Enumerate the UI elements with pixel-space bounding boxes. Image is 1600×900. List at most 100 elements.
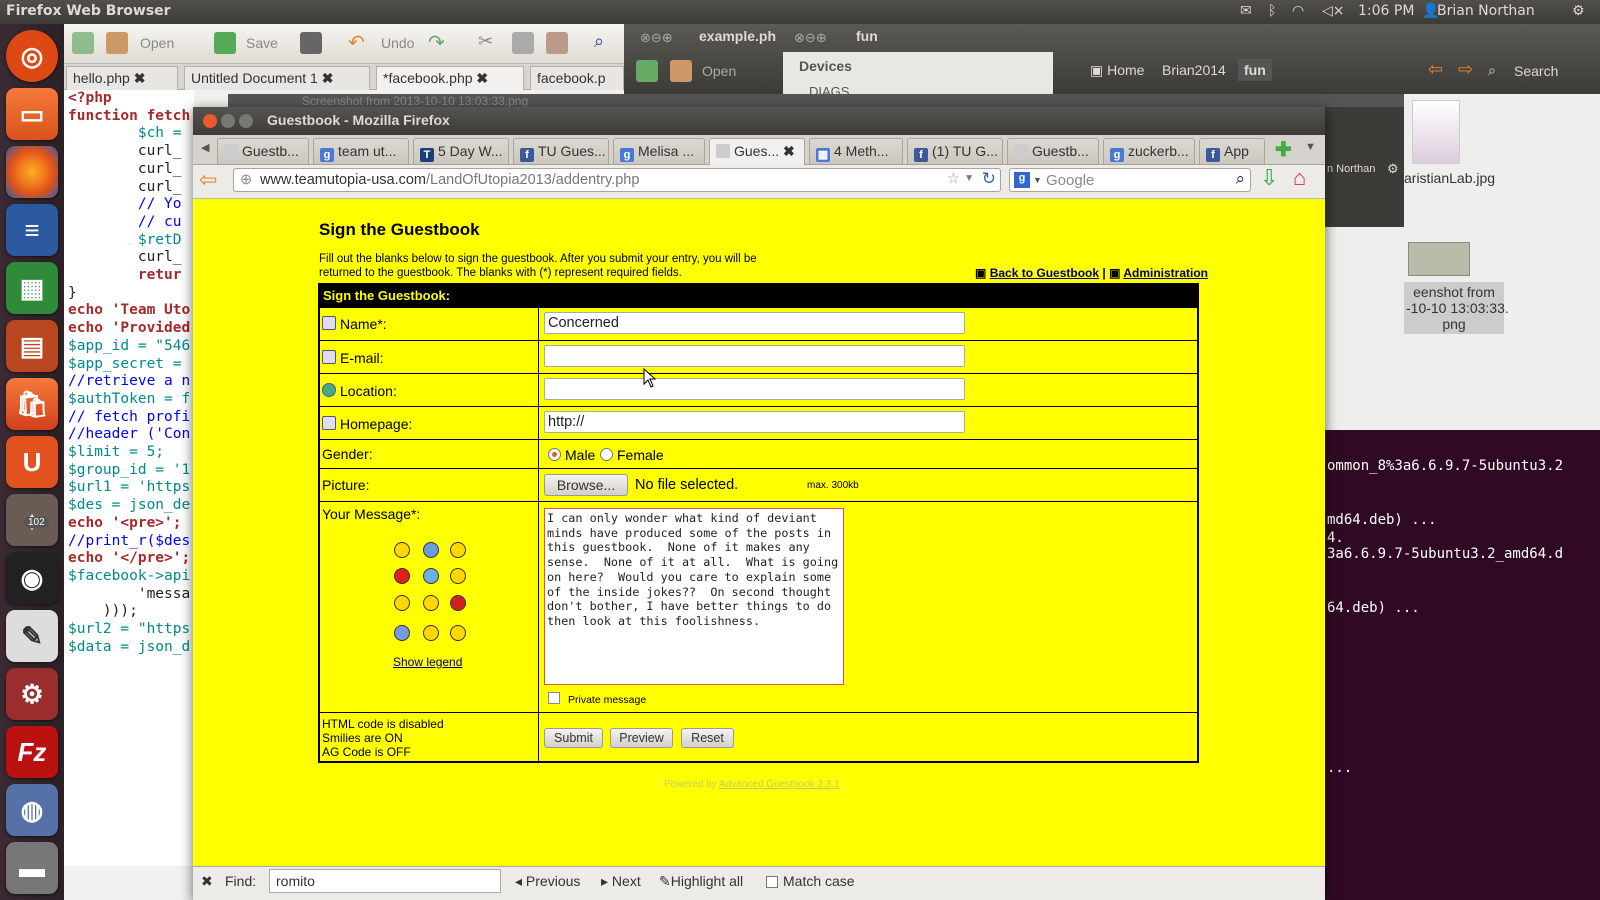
browser-tab[interactable]: g zuckerb...: [1103, 138, 1195, 164]
home-icon[interactable]: ⌂: [1293, 165, 1306, 191]
back-arrow-icon[interactable]: ⇦: [199, 167, 217, 193]
browser-tab[interactable]: Guestb...: [217, 138, 309, 164]
browser-tab[interactable]: g team ut...: [313, 138, 409, 164]
close-tab-icon[interactable]: ✖: [779, 143, 795, 159]
file-name[interactable]: aristianLab.jpg: [1404, 170, 1495, 186]
globe-icon[interactable]: ⊕: [240, 172, 252, 188]
screenshot-thumbnail[interactable]: [1408, 242, 1470, 276]
user-name[interactable]: Brian Northan: [1437, 3, 1535, 19]
files-icon[interactable]: ▭: [6, 88, 58, 140]
tab-scroll-left-icon[interactable]: ◀: [201, 141, 209, 154]
close-icon[interactable]: ✖: [322, 70, 334, 86]
save-icon[interactable]: [214, 32, 236, 54]
bookmark-star-icon[interactable]: ☆: [947, 171, 960, 187]
glasses-smiley-icon[interactable]: [394, 595, 410, 611]
software-center-icon[interactable]: 🛍: [6, 378, 58, 430]
wink-smiley-icon[interactable]: [423, 625, 439, 641]
message-textarea[interactable]: I can only wonder what kind of deviant m…: [544, 508, 844, 685]
browser-tab[interactable]: f App: [1199, 138, 1265, 164]
gedit-tab-active[interactable]: *facebook.php ✖: [376, 66, 524, 90]
new-tab-icon[interactable]: ✚: [1275, 137, 1292, 162]
smiley-icon[interactable]: [394, 542, 410, 558]
show-legend-link[interactable]: Show legend: [393, 655, 462, 669]
find-previous-button[interactable]: ◂ Previous: [515, 873, 580, 890]
ubuntu-dash-icon[interactable]: ◎: [6, 30, 58, 82]
open-icon[interactable]: [106, 32, 128, 54]
angry-smiley-icon[interactable]: [394, 568, 410, 584]
wifi-icon[interactable]: ◠: [1292, 3, 1304, 19]
search-icon[interactable]: ⌕: [1488, 62, 1496, 79]
gedit-tab[interactable]: Untitled Document 1 ✖: [184, 66, 370, 90]
location-input[interactable]: [544, 378, 965, 400]
print-icon[interactable]: [300, 32, 322, 54]
preview-button[interactable]: Preview: [610, 728, 673, 748]
gedit-tab[interactable]: facebook.p: [530, 66, 624, 90]
impress-icon[interactable]: ▤: [6, 320, 58, 372]
mail-icon[interactable]: ✉: [1240, 3, 1252, 19]
window-controls[interactable]: ⊗⊖⊕: [640, 30, 673, 46]
reload-icon[interactable]: ↻: [982, 169, 996, 189]
eyes-smiley-icon[interactable]: [423, 595, 439, 611]
open-icon[interactable]: [670, 60, 692, 82]
grin-smiley-icon[interactable]: [450, 542, 466, 558]
find-icon[interactable]: ⌕: [594, 31, 604, 52]
bluetooth-icon[interactable]: ᛒ: [1268, 3, 1276, 19]
blue-smiley-icon[interactable]: [394, 625, 410, 641]
home-button[interactable]: ▣ Home: [1090, 62, 1144, 79]
save-button[interactable]: Save: [246, 35, 278, 51]
firefox-icon[interactable]: [6, 146, 58, 198]
forward-arrow-icon[interactable]: ⇨: [1458, 59, 1473, 80]
text-editor-icon[interactable]: ✎: [6, 610, 58, 662]
find-input[interactable]: romito: [269, 869, 501, 893]
download-icon[interactable]: ⇩: [1260, 165, 1278, 191]
browse-button[interactable]: Browse...: [544, 474, 628, 496]
gear-icon[interactable]: ⚙: [1387, 161, 1399, 177]
volume-icon[interactable]: ◁×: [1322, 3, 1345, 19]
powered-link[interactable]: Advanced Guestbook 2.3.1: [719, 779, 840, 790]
paste-icon[interactable]: [546, 32, 568, 54]
new-icon[interactable]: [636, 60, 658, 82]
find-next-button[interactable]: ▸ Next: [601, 873, 641, 890]
cool-smiley-icon[interactable]: [423, 568, 439, 584]
browser-tab[interactable]: ▦ 4 Meth...: [809, 138, 903, 164]
calc-icon[interactable]: ▦: [6, 262, 58, 314]
google-icon[interactable]: g: [1014, 172, 1030, 188]
browser-tab[interactable]: Guestb...: [1007, 138, 1099, 164]
engine-dropdown-icon[interactable]: ▼: [1033, 175, 1042, 185]
window-controls[interactable]: ⊗⊖⊕: [794, 30, 827, 46]
mad-smiley-icon[interactable]: [450, 595, 466, 611]
browser-tab[interactable]: T 5 Day W...: [413, 138, 509, 164]
filezilla-icon[interactable]: Fz: [6, 726, 58, 778]
image-thumbnail[interactable]: [1412, 100, 1460, 164]
match-case-checkbox[interactable]: [766, 876, 778, 888]
minimize-window-button[interactable]: [221, 114, 235, 128]
gedit-tab[interactable]: hello.php ✖: [66, 66, 178, 90]
undo-button[interactable]: Undo: [381, 35, 414, 51]
undo-icon[interactable]: ↶: [348, 30, 365, 55]
search-bar[interactable]: g ▼ Google ⌕: [1009, 168, 1251, 192]
administration-link[interactable]: Administration: [1123, 266, 1208, 280]
close-find-icon[interactable]: ✖: [201, 873, 213, 890]
highlight-all-button[interactable]: ✎Highlight all: [659, 873, 743, 890]
cut-icon[interactable]: ✂: [478, 31, 493, 52]
email-input[interactable]: [544, 345, 965, 367]
copy-icon[interactable]: [512, 32, 534, 54]
path-button[interactable]: Brian2014: [1162, 62, 1226, 78]
gender-female-label[interactable]: Female: [617, 447, 664, 463]
power-icon[interactable]: ⚙: [1572, 3, 1585, 19]
laugh-smiley-icon[interactable]: [450, 568, 466, 584]
homepage-input[interactable]: http://: [544, 411, 965, 433]
maximize-window-button[interactable]: [239, 114, 253, 128]
workspace-icon[interactable]: ▬: [6, 842, 58, 894]
gender-male-label[interactable]: Male: [565, 447, 595, 463]
gender-male-radio[interactable]: [548, 448, 561, 461]
private-message-checkbox[interactable]: [548, 692, 560, 704]
url-dropdown-icon[interactable]: ▼: [964, 173, 974, 184]
private-message-label[interactable]: Private message: [568, 694, 646, 706]
back-to-guestbook-link[interactable]: Back to Guestbook: [990, 266, 1099, 280]
redo-icon[interactable]: ↷: [428, 30, 445, 55]
tab-list-icon[interactable]: ▼: [1305, 141, 1316, 153]
browser-tab[interactable]: g Melisa ...: [613, 138, 705, 164]
browser-tab[interactable]: f (1) TU G...: [907, 138, 1003, 164]
name-input[interactable]: Concerned: [544, 312, 965, 334]
